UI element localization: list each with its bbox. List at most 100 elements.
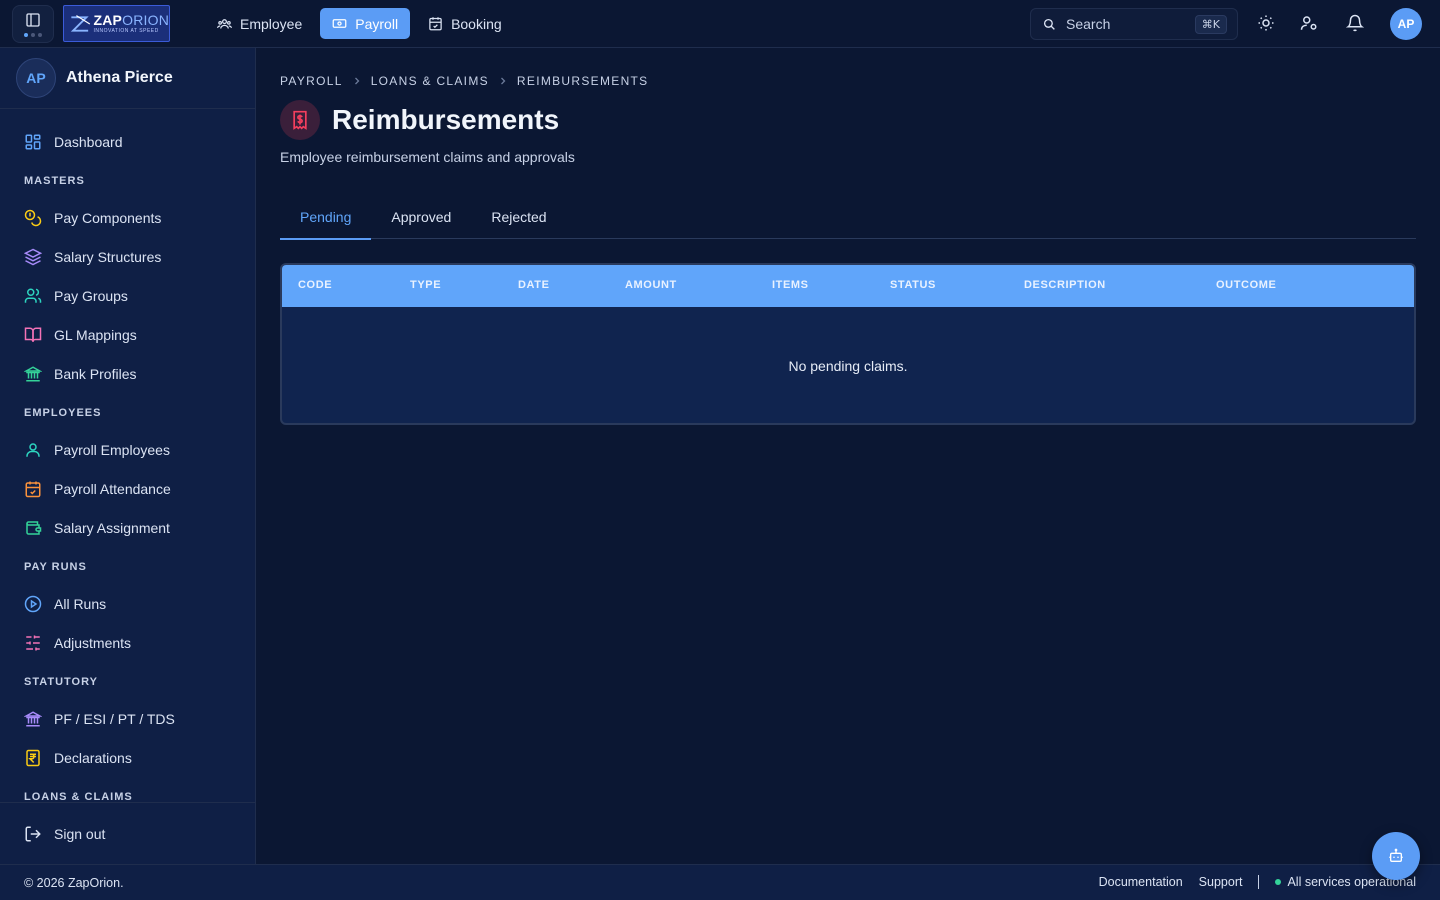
topnav-employee[interactable]: Employee	[205, 8, 314, 39]
sidebar-item-salary-assignment[interactable]: Salary Assignment	[12, 510, 244, 546]
page-icon	[280, 100, 320, 140]
top-bar: ZAPORION INNOVATION AT SPEED Employee Pa…	[0, 0, 1440, 48]
chevron-right-icon	[354, 77, 360, 85]
breadcrumb-payroll[interactable]: PAYROLL	[280, 74, 343, 88]
support-link[interactable]: Support	[1199, 875, 1243, 889]
topnav-booking-label: Booking	[451, 15, 502, 32]
assistant-bot-button[interactable]	[1372, 832, 1420, 880]
status-dot-icon	[1275, 879, 1282, 885]
footer: © 2026 ZapOrion. Documentation Support A…	[0, 864, 1440, 900]
topnav-payroll-label: Payroll	[355, 15, 399, 32]
tab-pending[interactable]: Pending	[280, 194, 372, 240]
sign-out-label: Sign out	[54, 826, 106, 842]
column-header-amount[interactable]: AMOUNT	[625, 279, 677, 291]
footer-divider	[1258, 875, 1260, 889]
sun-icon	[1258, 15, 1274, 31]
search-label: Search	[1066, 16, 1111, 32]
sidebar-footer: Sign out	[0, 802, 255, 864]
user-profile[interactable]: AP Athena Pierce	[0, 48, 255, 109]
topnav-booking[interactable]: Booking	[416, 8, 514, 39]
sliders-icon	[26, 635, 40, 651]
sidebar-item-label: Dashboard	[54, 134, 123, 150]
tab-approved[interactable]: Approved	[371, 194, 471, 239]
sidebar-item-label: All Runs	[54, 596, 107, 612]
logo-name-a: ZAP	[93, 12, 123, 28]
bell-icon	[1345, 14, 1365, 32]
sidebar-item-payroll-attendance[interactable]: Payroll Attendance	[12, 471, 244, 507]
rupee-receipt-icon	[26, 749, 40, 767]
sidebar-item-adjustments[interactable]: Adjustments	[12, 625, 244, 661]
breadcrumb-reimbursements: REIMBURSEMENTS	[516, 74, 649, 88]
workspace-dots	[24, 32, 42, 37]
page-header: Reimbursements	[280, 100, 559, 140]
users-icon	[217, 19, 232, 29]
sidebar-item-label: Declarations	[54, 750, 132, 766]
section-pay-runs: PAY RUNS	[24, 561, 87, 573]
chevron-right-icon	[500, 77, 506, 85]
sidebar-nav[interactable]: Dashboard MASTERS Pay Components Salary …	[0, 110, 255, 802]
sidebar-item-pf-esi-pt-tds[interactable]: PF / ESI / PT / TDS	[12, 701, 244, 737]
section-loans-claims: LOANS & CLAIMS	[24, 791, 133, 802]
sidebar-item-label: Bank Profiles	[54, 366, 137, 382]
column-header-status[interactable]: STATUS	[890, 279, 936, 291]
column-header-outcome[interactable]: OUTCOME	[1216, 279, 1276, 291]
breadcrumb-loans-claims[interactable]: LOANS & CLAIMS	[371, 74, 489, 88]
sidebar-item-label: Salary Assignment	[54, 520, 170, 536]
search-icon	[1043, 18, 1055, 30]
search-shortcut-badge: ⌘K	[1194, 14, 1227, 34]
sidebar-item-label: Pay Groups	[54, 288, 128, 304]
tab-rejected[interactable]: Rejected	[471, 194, 566, 239]
sidebar-item-pay-components[interactable]: Pay Components	[12, 200, 244, 236]
column-header-description[interactable]: DESCRIPTION	[1024, 279, 1106, 291]
dashboard-grid-icon	[25, 134, 41, 150]
page-subtitle: Employee reimbursement claims and approv…	[280, 149, 575, 165]
sign-out-button[interactable]: Sign out	[12, 816, 244, 852]
notifications-button[interactable]	[1345, 14, 1365, 32]
column-header-type[interactable]: TYPE	[410, 279, 441, 291]
theme-toggle-button[interactable]	[1257, 14, 1275, 32]
sidebar-item-label: Payroll Employees	[54, 442, 170, 458]
zaporion-logo[interactable]: ZAPORION INNOVATION AT SPEED	[63, 5, 170, 42]
banknote-icon	[332, 19, 347, 28]
top-navigation: Employee Payroll Booking	[205, 8, 514, 39]
log-out-icon	[25, 826, 41, 842]
breadcrumb: PAYROLL LOANS & CLAIMS REIMBURSEMENTS	[280, 74, 648, 88]
layers-icon	[24, 248, 42, 266]
empty-state-message: No pending claims.	[788, 358, 908, 374]
claims-table: CODE TYPE DATE AMOUNT ITEMS STATUS DESCR…	[280, 263, 1416, 425]
sidebar: AP Athena Pierce Dashboard MASTERS Pay C…	[0, 48, 256, 864]
sidebar-item-payroll-employees[interactable]: Payroll Employees	[12, 432, 244, 468]
user-icon	[26, 443, 40, 457]
logo-tagline: INNOVATION AT SPEED	[93, 28, 159, 34]
sidebar-item-declarations[interactable]: Declarations	[12, 740, 244, 776]
column-header-code[interactable]: CODE	[298, 279, 332, 291]
column-header-date[interactable]: DATE	[518, 279, 550, 291]
sidebar-item-all-runs[interactable]: All Runs	[12, 586, 244, 622]
user-settings-button[interactable]	[1300, 14, 1318, 32]
table-header-row: CODE TYPE DATE AMOUNT ITEMS STATUS DESCR…	[282, 265, 1414, 307]
documentation-link[interactable]: Documentation	[1099, 875, 1183, 889]
search-input[interactable]: Search ⌘K	[1030, 8, 1238, 40]
sidebar-item-salary-structures[interactable]: Salary Structures	[12, 239, 244, 275]
user-avatar: AP	[16, 58, 56, 98]
landmark-icon	[24, 711, 42, 727]
users-group-icon	[24, 288, 42, 303]
sidebar-item-pay-groups[interactable]: Pay Groups	[12, 278, 244, 314]
receipt-dollar-icon	[293, 110, 307, 130]
column-header-items[interactable]: ITEMS	[772, 279, 809, 291]
book-open-icon	[24, 327, 42, 342]
topnav-payroll[interactable]: Payroll	[320, 8, 411, 39]
sidebar-item-bank-profiles[interactable]: Bank Profiles	[12, 356, 244, 392]
coins-icon	[24, 209, 42, 227]
claim-status-tabs: Pending Approved Rejected	[280, 194, 1416, 240]
bot-icon	[1389, 848, 1403, 862]
section-statutory: STATUTORY	[24, 676, 98, 688]
user-name: Athena Pierce	[66, 69, 173, 86]
sidebar-item-dashboard[interactable]: Dashboard	[12, 124, 244, 160]
sidebar-toggle-button[interactable]	[12, 5, 54, 43]
sidebar-item-gl-mappings[interactable]: GL Mappings	[12, 317, 244, 353]
header-avatar[interactable]: AP	[1390, 8, 1422, 40]
sidebar-item-label: PF / ESI / PT / TDS	[54, 711, 175, 727]
play-circle-icon	[24, 595, 42, 613]
sidebar-item-label: Adjustments	[54, 635, 132, 651]
